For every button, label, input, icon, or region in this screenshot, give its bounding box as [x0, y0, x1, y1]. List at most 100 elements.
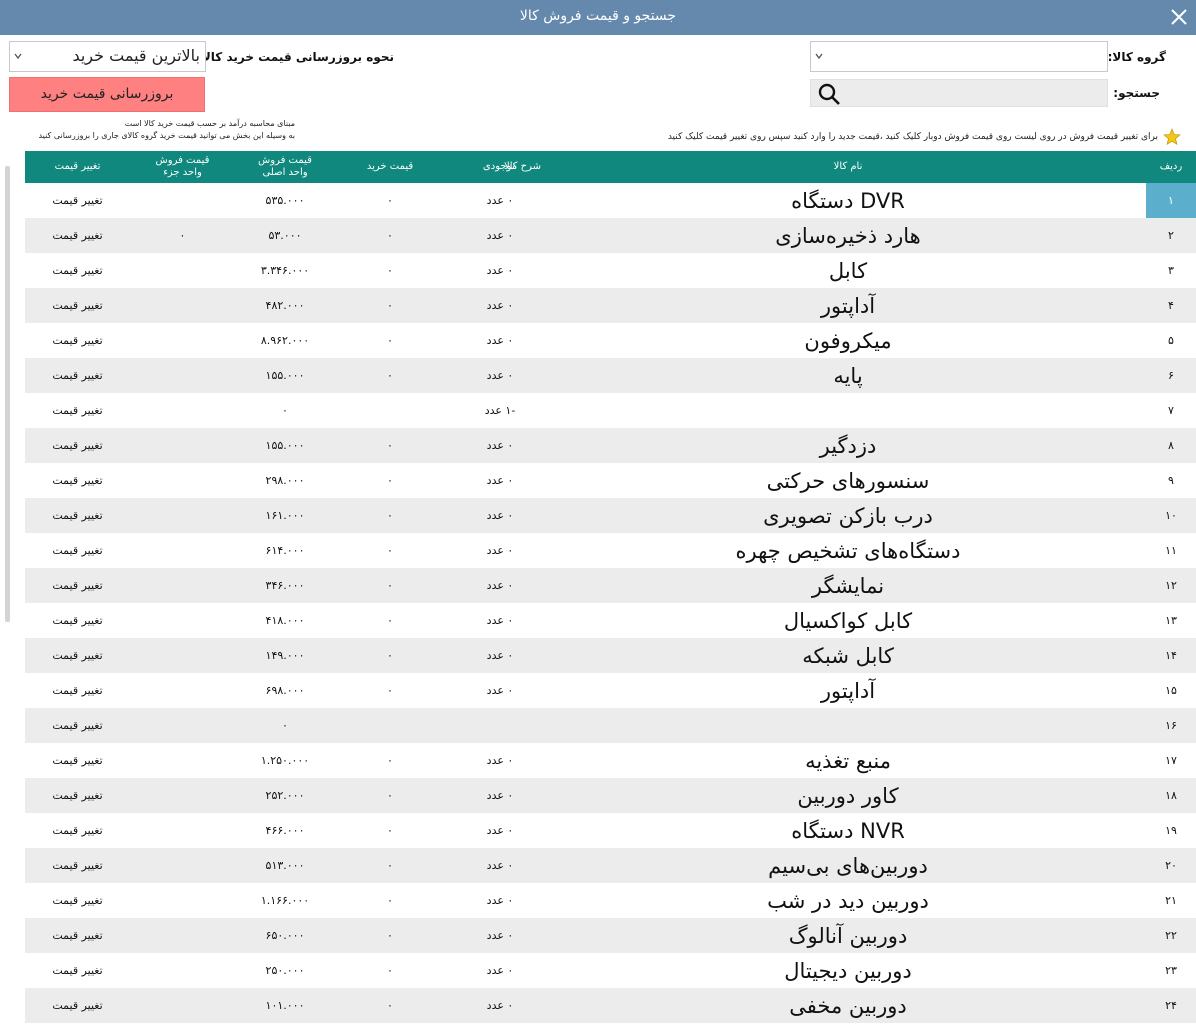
- table-row[interactable]: ۷ -۱ عدد ۰ تغییر قیمت: [25, 393, 1196, 428]
- change-price-link[interactable]: تغییر قیمت: [25, 673, 130, 708]
- change-price-link[interactable]: تغییر قیمت: [25, 253, 130, 288]
- table-row[interactable]: ۸ دزدگیر ۰ عدد ۰ ۱۵۵.۰۰۰ تغییر قیمت: [25, 428, 1196, 463]
- change-price-link[interactable]: تغییر قیمت: [25, 953, 130, 988]
- change-price-link[interactable]: تغییر قیمت: [25, 463, 130, 498]
- sell-price-cell[interactable]: ۱.۱۶۶.۰۰۰: [235, 883, 335, 918]
- sell-price-cell[interactable]: ۴۱۸.۰۰۰: [235, 603, 335, 638]
- sell-price-cell[interactable]: ۱۴۹.۰۰۰: [235, 638, 335, 673]
- change-price-link[interactable]: تغییر قیمت: [25, 848, 130, 883]
- table-row[interactable]: ۱۴ کابل شبکه ۰ عدد ۰ ۱۴۹.۰۰۰ تغییر قیمت: [25, 638, 1196, 673]
- part-price-cell[interactable]: [135, 708, 230, 743]
- table-row[interactable]: ۱۷ منبع تغذیه ۰ عدد ۰ ۱.۲۵۰.۰۰۰ تغییر قیمت: [25, 743, 1196, 778]
- change-price-link[interactable]: تغییر قیمت: [25, 883, 130, 918]
- table-row[interactable]: ۵ میکروفون ۰ عدد ۰ ۸.۹۶۲.۰۰۰ تغییر قیمت: [25, 323, 1196, 358]
- change-price-link[interactable]: تغییر قیمت: [25, 743, 130, 778]
- sell-price-cell[interactable]: ۱۰۱.۰۰۰: [235, 988, 335, 1023]
- part-price-cell[interactable]: [135, 848, 230, 883]
- change-price-link[interactable]: تغییر قیمت: [25, 988, 130, 1023]
- table-row[interactable]: ۲۲ دوربین آنالوگ ۰ عدد ۰ ۶۵۰.۰۰۰ تغییر قیمت: [25, 918, 1196, 953]
- part-price-cell[interactable]: [135, 428, 230, 463]
- part-price-cell[interactable]: [135, 988, 230, 1023]
- part-price-cell[interactable]: [135, 883, 230, 918]
- change-price-link[interactable]: تغییر قیمت: [25, 323, 130, 358]
- table-row[interactable]: ۱۱ دستگاه‌های تشخیص چهره ۰ عدد ۰ ۶۱۴.۰۰۰ تغیی…: [25, 533, 1196, 568]
- table-row[interactable]: ۱۶ ۰ تغییر قیمت: [25, 708, 1196, 743]
- change-price-link[interactable]: تغییر قیمت: [25, 393, 130, 428]
- table-row[interactable]: ۲۱ دوربین دید در شب ۰ عدد ۰ ۱.۱۶۶.۰۰۰ تغییر ق…: [25, 883, 1196, 918]
- sell-price-cell[interactable]: ۲۵۰.۰۰۰: [235, 953, 335, 988]
- change-price-link[interactable]: تغییر قیمت: [25, 498, 130, 533]
- change-price-link[interactable]: تغییر قیمت: [25, 218, 130, 253]
- sell-price-cell[interactable]: ۳۴۶.۰۰۰: [235, 568, 335, 603]
- change-price-link[interactable]: تغییر قیمت: [25, 568, 130, 603]
- table-row[interactable]: ۲۰ دوربین‌های بی‌سیم ۰ عدد ۰ ۵۱۳.۰۰۰ تغییر قی…: [25, 848, 1196, 883]
- sell-price-cell[interactable]: ۶۱۴.۰۰۰: [235, 533, 335, 568]
- table-row[interactable]: ۱۰ درب بازکن تصویری ۰ عدد ۰ ۱۶۱.۰۰۰ تغییر قیم…: [25, 498, 1196, 533]
- sell-price-cell[interactable]: ۴۸۲.۰۰۰: [235, 288, 335, 323]
- sell-price-cell[interactable]: ۳.۳۴۶.۰۰۰: [235, 253, 335, 288]
- table-row[interactable]: ۲ هارد ذخیره‌سازی ۰ عدد ۰ ۵۳.۰۰۰ ۰ تغییر قیمت: [25, 218, 1196, 253]
- part-price-cell[interactable]: [135, 673, 230, 708]
- change-price-link[interactable]: تغییر قیمت: [25, 358, 130, 393]
- change-price-link[interactable]: تغییر قیمت: [25, 288, 130, 323]
- change-price-link[interactable]: تغییر قیمت: [25, 918, 130, 953]
- sell-price-cell[interactable]: ۲۹۸.۰۰۰: [235, 463, 335, 498]
- close-icon[interactable]: [1168, 6, 1190, 28]
- table-row[interactable]: ۱ DVR دستگاه ۰ عدد ۰ ۵۳۵.۰۰۰ تغییر قیمت: [25, 183, 1196, 218]
- part-price-cell[interactable]: [135, 498, 230, 533]
- part-price-cell[interactable]: [135, 533, 230, 568]
- part-price-cell[interactable]: [135, 393, 230, 428]
- change-price-link[interactable]: تغییر قیمت: [25, 638, 130, 673]
- part-price-cell[interactable]: [135, 953, 230, 988]
- sell-price-cell[interactable]: ۱۵۵.۰۰۰: [235, 428, 335, 463]
- sell-price-cell[interactable]: ۵۳۵.۰۰۰: [235, 183, 335, 218]
- change-price-link[interactable]: تغییر قیمت: [25, 183, 130, 218]
- table-row[interactable]: ۹ سنسورهای حرکتی ۰ عدد ۰ ۲۹۸.۰۰۰ تغییر قیمت: [25, 463, 1196, 498]
- change-price-link[interactable]: تغییر قیمت: [25, 533, 130, 568]
- vertical-scrollbar[interactable]: [5, 166, 10, 622]
- part-price-cell[interactable]: [135, 288, 230, 323]
- part-price-cell[interactable]: [135, 568, 230, 603]
- part-price-cell[interactable]: [135, 358, 230, 393]
- change-price-link[interactable]: تغییر قیمت: [25, 603, 130, 638]
- change-price-link[interactable]: تغییر قیمت: [25, 813, 130, 848]
- sell-price-cell[interactable]: ۴۶۶.۰۰۰: [235, 813, 335, 848]
- sell-price-cell[interactable]: ۶۵۰.۰۰۰: [235, 918, 335, 953]
- part-price-cell[interactable]: [135, 743, 230, 778]
- table-row[interactable]: ۱۸ کاور دوربین ۰ عدد ۰ ۲۵۲.۰۰۰ تغییر قیمت: [25, 778, 1196, 813]
- update-buy-price-button[interactable]: بروزرسانی قیمت خرید: [9, 77, 205, 112]
- sell-price-cell[interactable]: ۶۹۸.۰۰۰: [235, 673, 335, 708]
- part-price-cell[interactable]: [135, 463, 230, 498]
- sell-price-cell[interactable]: ۸.۹۶۲.۰۰۰: [235, 323, 335, 358]
- table-row[interactable]: ۳ کابل ۰ عدد ۰ ۳.۳۴۶.۰۰۰ تغییر قیمت: [25, 253, 1196, 288]
- search-input[interactable]: [810, 79, 1108, 107]
- search-icon[interactable]: [817, 82, 841, 106]
- sell-price-cell[interactable]: ۵۳.۰۰۰: [235, 218, 335, 253]
- part-price-cell[interactable]: [135, 603, 230, 638]
- table-row[interactable]: ۴ آداپتور ۰ عدد ۰ ۴۸۲.۰۰۰ تغییر قیمت: [25, 288, 1196, 323]
- sell-price-cell[interactable]: ۰: [235, 393, 335, 428]
- table-row[interactable]: ۲۳ دوربین دیجیتال ۰ عدد ۰ ۲۵۰.۰۰۰ تغییر قیمت: [25, 953, 1196, 988]
- part-price-cell[interactable]: [135, 813, 230, 848]
- table-row[interactable]: ۱۵ آداپتور ۰ عدد ۰ ۶۹۸.۰۰۰ تغییر قیمت: [25, 673, 1196, 708]
- change-price-link[interactable]: تغییر قیمت: [25, 708, 130, 743]
- part-price-cell[interactable]: [135, 918, 230, 953]
- part-price-cell[interactable]: [135, 638, 230, 673]
- part-price-cell[interactable]: [135, 323, 230, 358]
- sell-price-cell[interactable]: ۱۶۱.۰۰۰: [235, 498, 335, 533]
- table-row[interactable]: ۱۲ نمایشگر ۰ عدد ۰ ۳۴۶.۰۰۰ تغییر قیمت: [25, 568, 1196, 603]
- table-row[interactable]: ۱۹ NVR دستگاه ۰ عدد ۰ ۴۶۶.۰۰۰ تغییر قیمت: [25, 813, 1196, 848]
- change-price-link[interactable]: تغییر قیمت: [25, 428, 130, 463]
- part-price-cell[interactable]: [135, 253, 230, 288]
- sell-price-cell[interactable]: ۱۵۵.۰۰۰: [235, 358, 335, 393]
- sell-price-cell[interactable]: ۵۱۳.۰۰۰: [235, 848, 335, 883]
- update-mode-select[interactable]: بالاترین قیمت خرید: [9, 41, 206, 72]
- part-price-cell[interactable]: ۰: [135, 218, 230, 253]
- sell-price-cell[interactable]: ۱.۲۵۰.۰۰۰: [235, 743, 335, 778]
- part-price-cell[interactable]: [135, 183, 230, 218]
- change-price-link[interactable]: تغییر قیمت: [25, 778, 130, 813]
- table-row[interactable]: ۶ پایه ۰ عدد ۰ ۱۵۵.۰۰۰ تغییر قیمت: [25, 358, 1196, 393]
- table-row[interactable]: ۲۴ دوربین مخفی ۰ عدد ۰ ۱۰۱.۰۰۰ تغییر قیمت: [25, 988, 1196, 1023]
- part-price-cell[interactable]: [135, 778, 230, 813]
- sell-price-cell[interactable]: ۰: [235, 708, 335, 743]
